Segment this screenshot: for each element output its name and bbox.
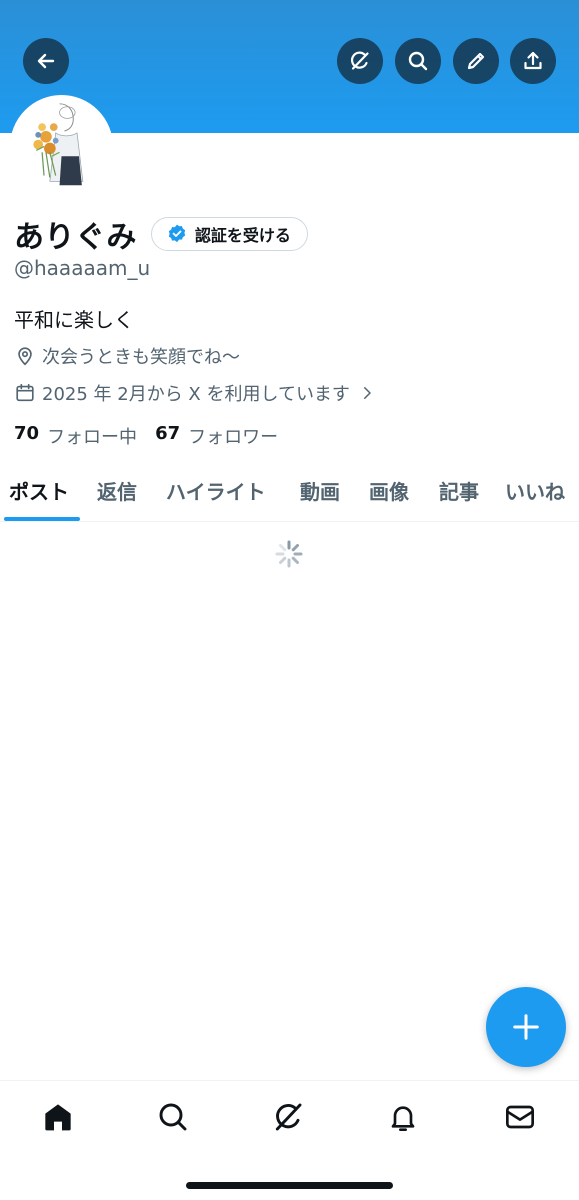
- location-pin-icon: [18, 347, 32, 366]
- nav-search[interactable]: [155, 1099, 191, 1135]
- verified-badge-icon: [168, 224, 186, 243]
- search-icon: [408, 51, 428, 71]
- back-button[interactable]: [23, 38, 69, 84]
- mail-icon: [506, 1105, 534, 1129]
- grok-icon: [350, 51, 369, 70]
- grok-button[interactable]: [337, 38, 383, 84]
- user-bio: 平和に楽しく: [14, 308, 134, 332]
- following-link[interactable]: 70 フォロー中: [14, 423, 137, 449]
- tab-images[interactable]: 画像: [369, 476, 409, 505]
- tab-videos[interactable]: 動画: [300, 476, 340, 505]
- tab-articles[interactable]: 記事: [439, 476, 479, 505]
- plus-icon: [513, 1014, 539, 1040]
- follow-stats: 70 フォロー中 67 フォロワー: [14, 423, 278, 449]
- joined-text: 2025 年 2月から X を利用しています: [42, 384, 350, 405]
- grok-icon: [275, 1103, 302, 1131]
- following-count: 70: [14, 423, 40, 444]
- chevron-right-icon: [363, 387, 371, 399]
- home-icon: [45, 1104, 71, 1131]
- user-handle: @haaaaam_u: [14, 256, 151, 280]
- home-indicator: [186, 1182, 393, 1189]
- followers-count: 67: [155, 423, 181, 444]
- compose-post-button[interactable]: [486, 987, 566, 1067]
- calendar-icon: [16, 383, 34, 402]
- display-name: ありぐみ: [14, 220, 137, 255]
- profile-page: ありぐみ 認証を受ける @haaaaam_u 平和に楽しく 次会うときも笑顔でね…: [0, 0, 579, 1200]
- share-button[interactable]: [510, 38, 556, 84]
- arrow-left-icon: [37, 53, 55, 69]
- pencil-icon: [467, 52, 485, 70]
- bottom-navigation: [0, 1080, 579, 1200]
- edit-button[interactable]: [453, 38, 499, 84]
- active-tab-indicator: [4, 517, 80, 521]
- joined-row[interactable]: 2025 年 2月から X を利用しています: [14, 380, 382, 406]
- nav-notifications[interactable]: [385, 1099, 421, 1135]
- search-icon: [159, 1103, 187, 1131]
- get-verified-button[interactable]: 認証を受ける: [150, 217, 308, 251]
- avatar[interactable]: [10, 95, 113, 198]
- share-upload-icon: [524, 51, 542, 70]
- avatar-illustration: [13, 98, 110, 195]
- name-row: ありぐみ 認証を受ける: [14, 212, 308, 256]
- loading-spinner-icon: [275, 540, 303, 568]
- followers-label: フォロワー: [188, 427, 279, 448]
- bell-icon: [391, 1106, 415, 1131]
- nav-messages[interactable]: [502, 1099, 538, 1135]
- followers-link[interactable]: 67 フォロワー: [155, 423, 278, 449]
- profile-tabs: ポスト 返信 ハイライト 動画 画像 記事 いいね: [0, 470, 579, 522]
- tab-posts[interactable]: ポスト: [9, 476, 69, 505]
- search-button[interactable]: [395, 38, 441, 84]
- nav-grok[interactable]: [270, 1099, 306, 1135]
- get-verified-label: 認証を受ける: [194, 226, 291, 245]
- location-row: 次会うときも笑顔でね〜: [14, 343, 240, 369]
- tab-replies[interactable]: 返信: [97, 476, 137, 505]
- following-label: フォロー中: [47, 427, 138, 448]
- tab-highlights[interactable]: ハイライト: [166, 476, 266, 505]
- nav-home[interactable]: [40, 1099, 76, 1135]
- tab-likes[interactable]: いいね: [505, 476, 565, 505]
- location-text: 次会うときも笑顔でね〜: [42, 347, 240, 368]
